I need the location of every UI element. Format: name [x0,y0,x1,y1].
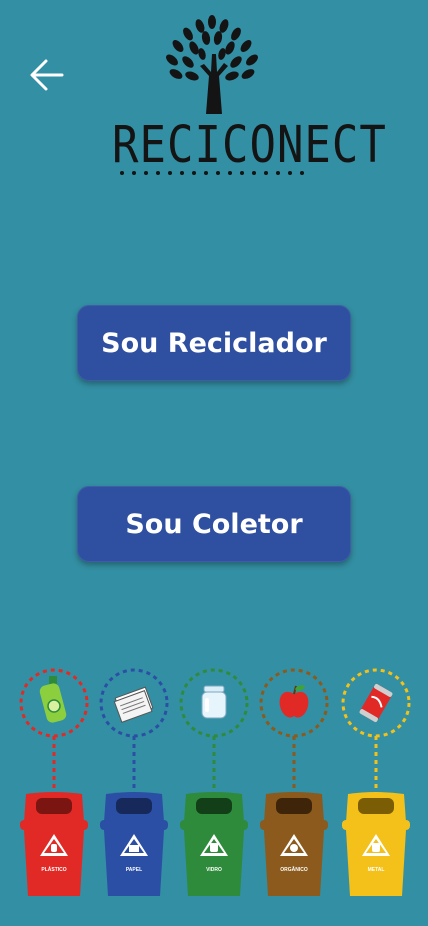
jar-icon [201,685,227,719]
organic-bin-graphic [259,668,329,896]
logo-text: RECICONECT [112,116,387,175]
plastic-bin-graphic [19,668,89,896]
tree-icon [166,15,258,114]
paper-icon [113,686,154,723]
bin-vidro: VIDRO [174,660,254,900]
back-button[interactable] [28,56,66,94]
bin-label-papel: PAPEL [125,867,143,873]
sou-reciclador-button[interactable]: Sou Reciclador [77,305,351,381]
bin-plastico: PLÁSTICO [14,660,94,900]
metal-bin-graphic [341,668,411,896]
sou-coletor-button[interactable]: Sou Coletor [77,486,351,562]
paper-bin-graphic [99,668,169,896]
bottle-icon [39,676,67,723]
glass-bin-graphic [179,668,249,896]
bin-label-plastico: PLÁSTICO [41,867,67,873]
bin-organico: ORGÂNICO [254,660,334,900]
can-icon [359,684,393,722]
bin-label-organico: ORGÂNICO [280,867,308,873]
bin-label-metal: METAL [367,867,385,873]
app-logo: RECICONECT [112,14,387,180]
arrow-left-icon [30,59,64,91]
apple-icon [279,685,309,718]
recycling-bins-illustration: PLÁSTICO PAPEL VIDRO ORGÂNICO METAL [0,660,428,926]
bin-papel: PAPEL [94,660,174,900]
bin-label-vidro: VIDRO [206,867,222,873]
bin-metal: METAL [336,660,416,900]
logo-drops [120,171,304,175]
